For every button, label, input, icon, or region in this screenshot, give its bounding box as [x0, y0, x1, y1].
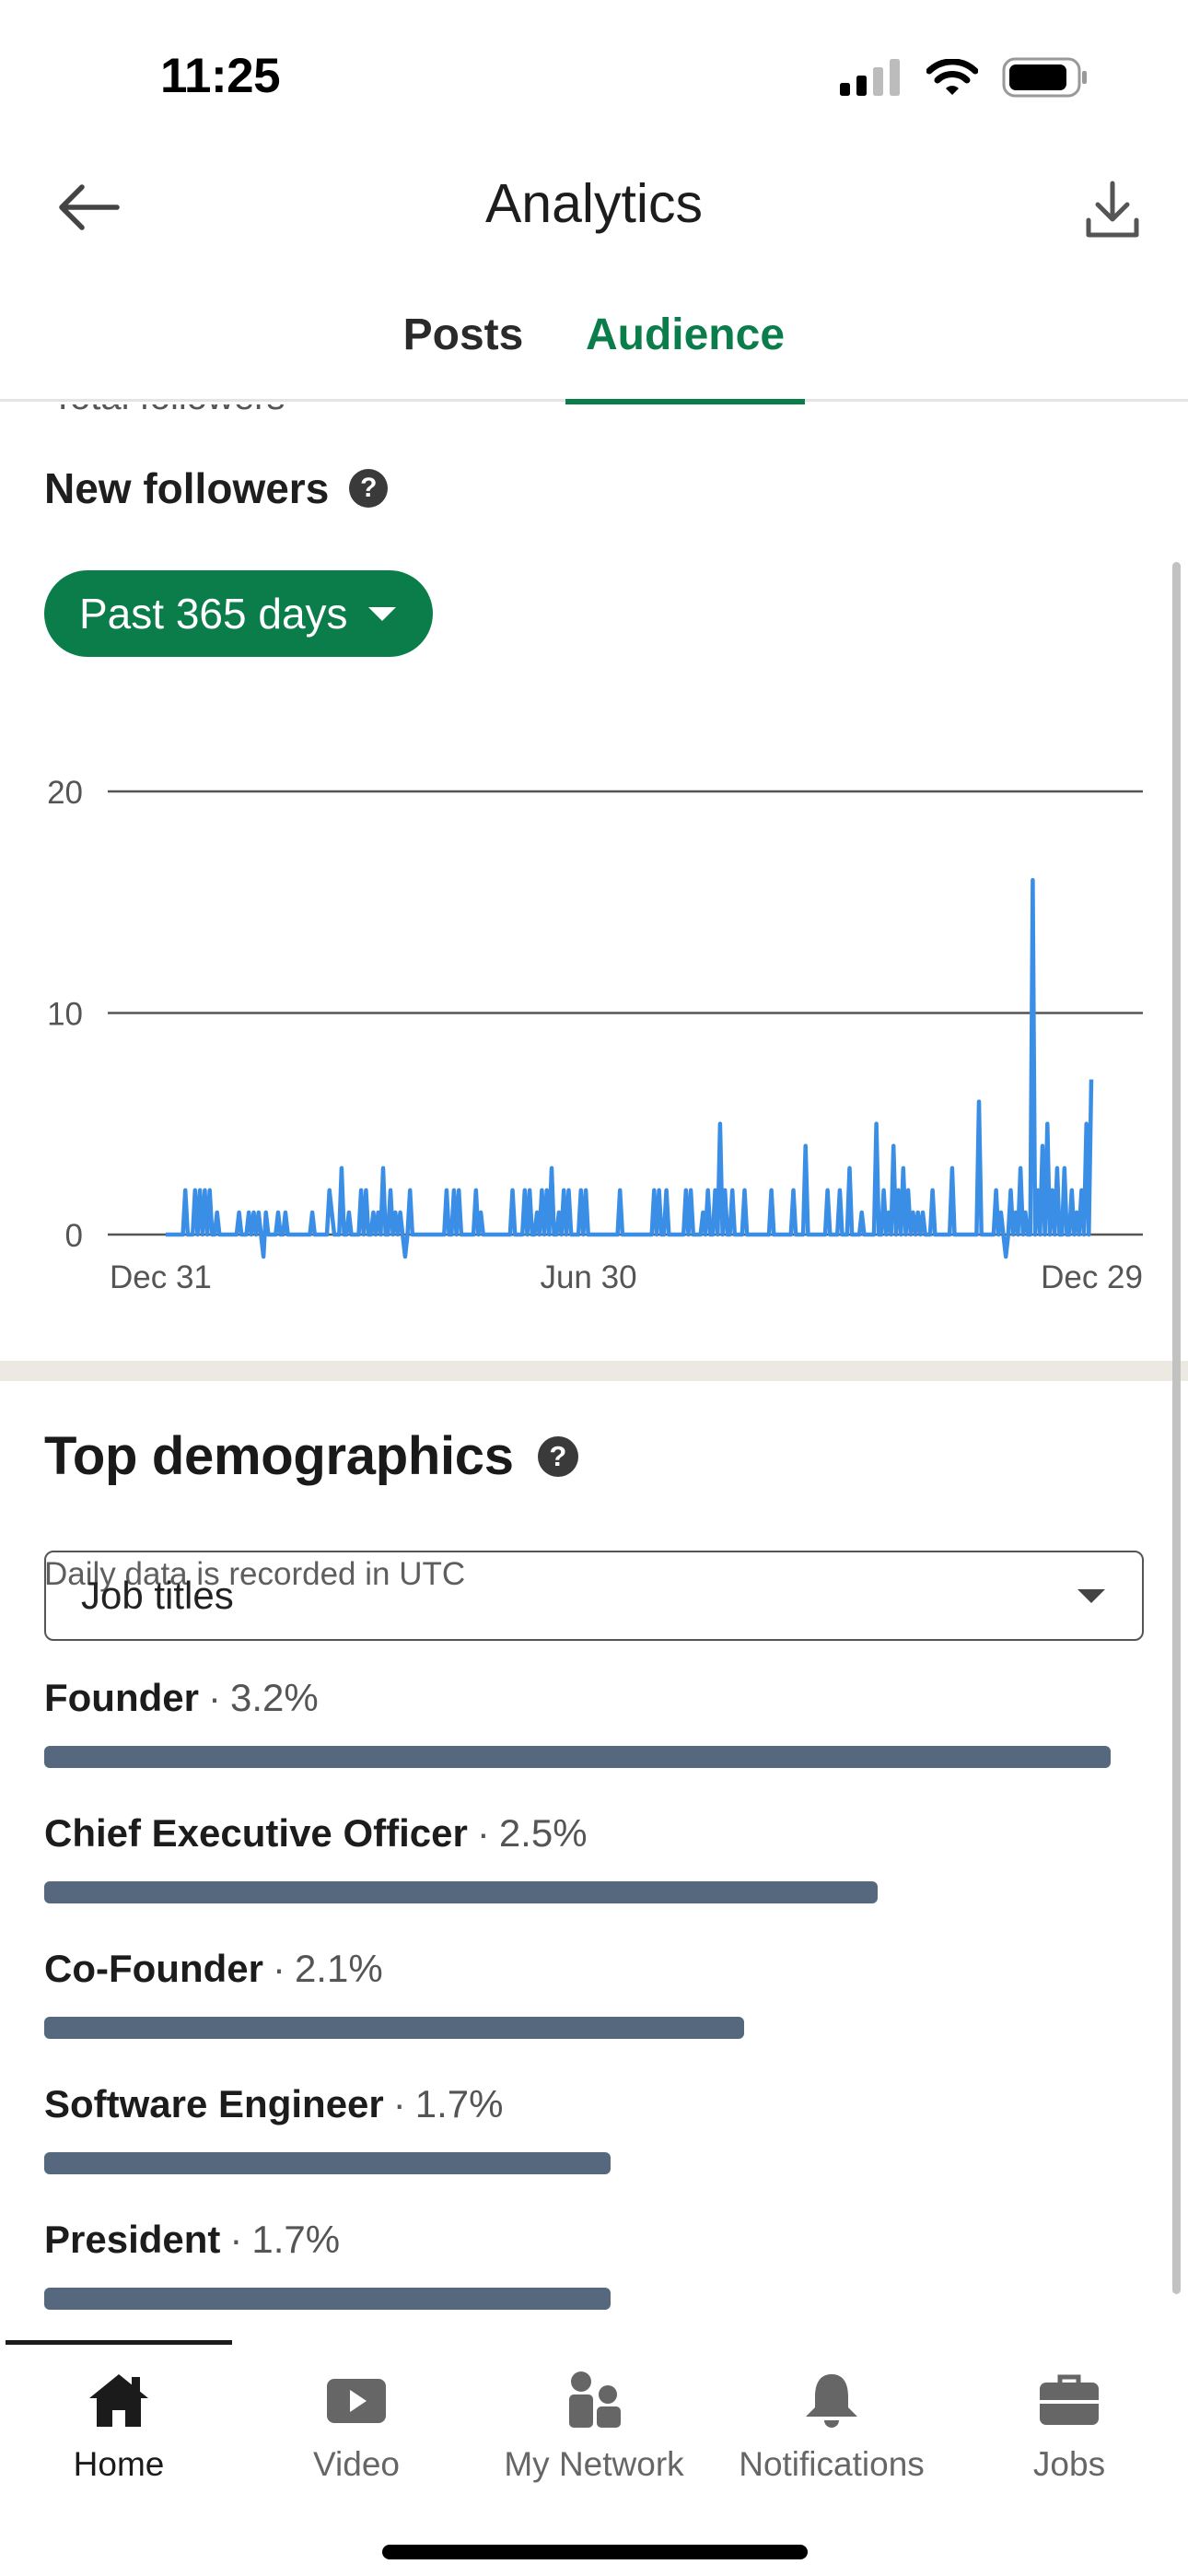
x-tick-label: Jun 30 — [540, 1259, 636, 1295]
demographic-bar — [44, 1881, 878, 1903]
new-followers-series-line — [166, 877, 1094, 1259]
demographic-title: Founder — [44, 1676, 199, 1719]
demographic-separator: · — [229, 2218, 243, 2261]
demographic-separator: · — [392, 2082, 406, 2125]
demographic-bar — [44, 2288, 611, 2310]
demographic-separator: · — [207, 1676, 221, 1719]
my-network-icon — [562, 2368, 626, 2432]
top-demographics-title: Top demographics — [44, 1426, 514, 1486]
demographic-row: Founder · 3.2% — [44, 1676, 1144, 1811]
analytics-screen: 11:25 Analytics Posts Audience New follo… — [0, 0, 1188, 2576]
demographic-row: Chief Executive Officer · 2.5% — [44, 1811, 1144, 1947]
demographic-row: Software Engineer · 1.7% — [44, 2082, 1144, 2218]
help-icon[interactable]: ? — [349, 469, 389, 508]
demographic-percent: 1.7% — [414, 2082, 504, 2125]
active-tab-indicator — [6, 2340, 232, 2345]
demographic-title: Chief Executive Officer — [44, 1811, 468, 1855]
demographic-separator: · — [272, 1947, 285, 1990]
date-range-dropdown[interactable]: Past 365 days — [44, 570, 433, 657]
demographic-title: President — [44, 2218, 221, 2261]
help-icon[interactable]: ? — [537, 1435, 578, 1477]
wifi-icon — [926, 59, 978, 95]
demographic-bar — [44, 2017, 744, 2039]
date-range-label: Past 365 days — [79, 590, 348, 638]
home-icon — [87, 2368, 151, 2432]
demographic-percent: 2.5% — [498, 1811, 588, 1855]
demographic-label: Chief Executive Officer · 2.5% — [44, 1811, 1144, 1856]
nav-home[interactable]: Home — [0, 2368, 238, 2484]
download-icon — [1086, 181, 1139, 238]
demographic-label: Co-Founder · 2.1% — [44, 1947, 1144, 1991]
demographic-label: President · 1.7% — [44, 2218, 1144, 2262]
status-time: 11:25 — [160, 49, 281, 103]
chevron-down-icon — [1077, 1588, 1105, 1603]
scrollbar[interactable] — [1172, 562, 1181, 2294]
demographic-title: Co-Founder — [44, 1947, 263, 1990]
nav-my-network[interactable]: My Network — [475, 2368, 713, 2484]
demographic-row: President · 1.7% — [44, 2218, 1144, 2340]
demographic-label: Software Engineer · 1.7% — [44, 2082, 1144, 2126]
home-indicator — [382, 2545, 808, 2559]
total-followers-label: Total followers — [52, 404, 285, 418]
caret-down-icon — [367, 606, 396, 621]
section-divider — [0, 1361, 1188, 1381]
bell-icon — [799, 2368, 864, 2432]
y-tick-label: 0 — [65, 1218, 83, 1254]
nav-video-label: Video — [313, 2445, 400, 2483]
demographic-type-value: Job titles — [81, 1574, 234, 1617]
nav-home-label: Home — [73, 2445, 165, 2483]
y-tick-label: 10 — [47, 997, 83, 1033]
demographic-bar — [44, 2152, 611, 2174]
demographic-separator: · — [476, 1811, 490, 1855]
audience-content[interactable]: Total followers New followers ? Past 365… — [0, 404, 1188, 2340]
page-title: Analytics — [484, 173, 704, 234]
x-tick-label: Dec 31 — [110, 1259, 212, 1295]
y-tick-label: 20 — [47, 775, 83, 811]
new-followers-heading: New followers ? — [44, 463, 389, 513]
nav-jobs-label: Jobs — [1032, 2445, 1106, 2483]
bottom-navigation: Home Video My Network Notifications Jobs — [0, 2340, 1188, 2576]
nav-video[interactable]: Video — [238, 2368, 475, 2484]
demographic-title: Software Engineer — [44, 2082, 384, 2125]
nav-jobs[interactable]: Jobs — [950, 2368, 1188, 2484]
download-button[interactable] — [1072, 173, 1153, 247]
battery-icon — [1002, 57, 1087, 98]
demographic-percent: 3.2% — [229, 1676, 319, 1719]
tab-audience[interactable]: Audience — [565, 304, 805, 404]
briefcase-icon — [1037, 2368, 1101, 2432]
demographic-label: Founder · 3.2% — [44, 1676, 1144, 1720]
nav-notifications[interactable]: Notifications — [713, 2368, 950, 2484]
status-icons — [840, 57, 1089, 98]
nav-notifications-label: Notifications — [739, 2445, 925, 2483]
nav-my-network-label: My Network — [504, 2445, 684, 2483]
x-tick-label: Dec 29 — [1041, 1259, 1143, 1295]
new-followers-title: New followers — [44, 464, 330, 512]
demographic-bar — [44, 1746, 1111, 1768]
cellular-signal-icon — [840, 59, 900, 96]
tab-posts[interactable]: Posts — [378, 304, 549, 402]
demographic-percent: 2.1% — [294, 1947, 383, 1990]
video-icon — [324, 2368, 389, 2432]
top-demographics-heading: Top demographics ? — [44, 1425, 578, 1487]
demographic-percent: 1.7% — [251, 2218, 341, 2261]
demographics-list: Founder · 3.2% Chief Executive Officer · 2.5%… — [44, 1676, 1144, 2340]
analytics-tabs: Posts Audience — [0, 304, 1188, 404]
demographic-row: Co-Founder · 2.1% — [44, 1947, 1144, 2082]
demographic-type-select[interactable]: Job titles — [44, 1551, 1144, 1641]
